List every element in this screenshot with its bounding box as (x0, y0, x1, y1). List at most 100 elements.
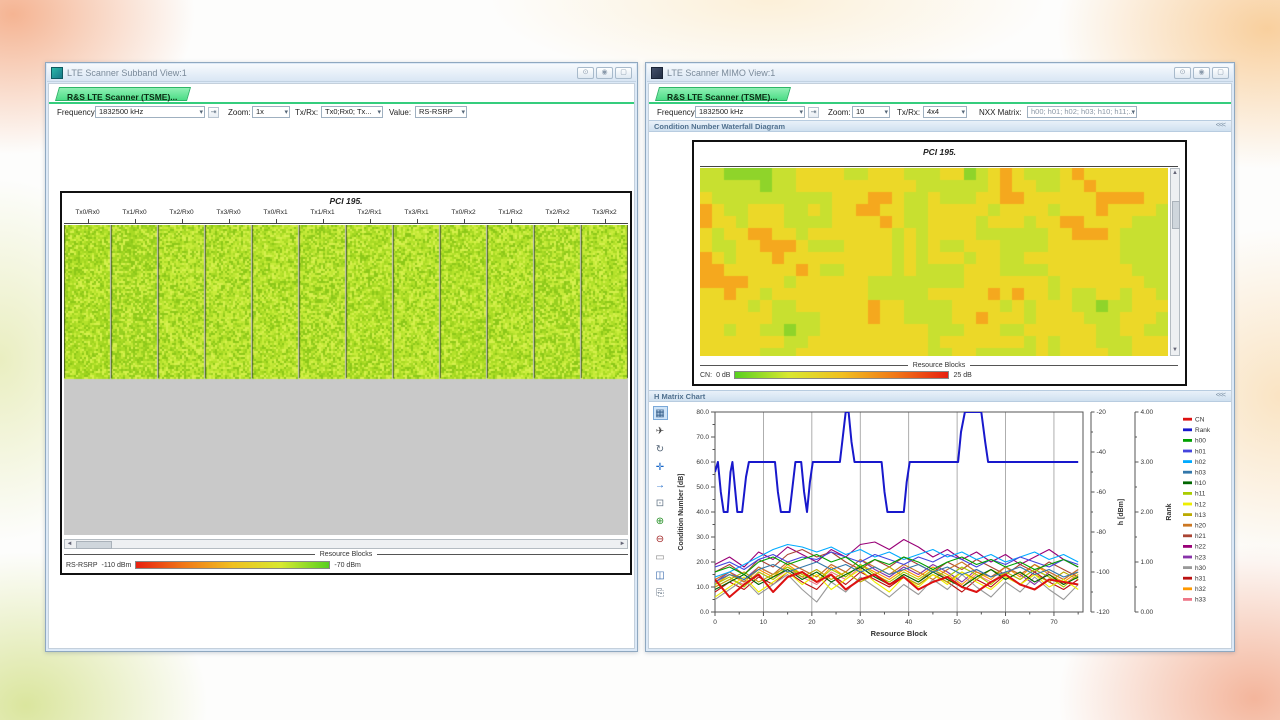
zoom-combo[interactable]: 1x▾ (252, 106, 290, 118)
chevron-down-icon[interactable]: ▾ (884, 108, 888, 118)
step-icon[interactable]: → (653, 478, 668, 492)
chevron-down-icon[interactable]: ▾ (377, 108, 381, 118)
scroll-right-icon[interactable]: ► (618, 540, 627, 548)
subband-window-titlebar[interactable]: LTE Scanner Subband View:1 ⊙◉▢ (47, 64, 636, 82)
tab-underline (49, 102, 634, 104)
column-header: Tx2/Rx1 (346, 209, 393, 216)
chart-grid-icon[interactable]: ▦ (653, 406, 668, 420)
rotate-icon[interactable]: ↻ (653, 442, 668, 456)
txrx-label: Tx/Rx: (295, 108, 318, 117)
settings-icon[interactable]: ⊡ (653, 496, 668, 510)
x-axis-label-row: Resource Blocks (64, 550, 628, 558)
window-title: LTE Scanner MIMO View:1 (667, 68, 1170, 78)
column-header: Tx0/Rx2 (440, 209, 487, 216)
apply-frequency-button[interactable]: ⇥ (808, 107, 819, 118)
window-buttons: ⊙◉▢ (1174, 67, 1229, 79)
svg-text:-20: -20 (1097, 409, 1107, 416)
x-axis-label: Resource Blocks (320, 551, 373, 558)
chevron-down-icon[interactable]: ▾ (799, 108, 803, 118)
svg-text:h30: h30 (1195, 565, 1206, 572)
series-Rank (715, 412, 1078, 512)
maximize-button[interactable]: ▢ (1212, 67, 1229, 79)
restore-button[interactable]: ◉ (596, 67, 613, 79)
svg-text:h00: h00 (1195, 438, 1206, 445)
vertical-scrollbar[interactable]: ▲ ▼ (1170, 168, 1180, 356)
pci-title: PCI 195. (694, 147, 1185, 157)
zoom-out-icon[interactable]: ⊖ (653, 532, 668, 546)
restore-button[interactable]: ◉ (1193, 67, 1210, 79)
chevron-down-icon[interactable]: ▾ (461, 108, 465, 118)
mimo-view-window: LTE Scanner MIMO View:1 ⊙◉▢ R&S LTE Scan… (645, 62, 1235, 652)
copy-icon[interactable]: ⎘ (653, 586, 668, 600)
collapse-icon[interactable]: <<< (1216, 122, 1225, 129)
rsrp-colorbar: RS-RSRP -110 dBm -70 dBm (66, 561, 361, 569)
zoom-box-icon[interactable]: ▭ (653, 550, 668, 564)
subband-heatmap[interactable] (64, 225, 628, 535)
mimo-window-titlebar[interactable]: LTE Scanner MIMO View:1 ⊙◉▢ (647, 64, 1233, 82)
chevron-down-icon[interactable]: ▾ (961, 108, 965, 118)
float-button[interactable]: ⊙ (1174, 67, 1191, 79)
float-button[interactable]: ⊙ (577, 67, 594, 79)
scroll-down-icon[interactable]: ▼ (1171, 346, 1179, 355)
pan-icon[interactable]: ✛ (653, 460, 668, 474)
svg-text:4.00: 4.00 (1141, 409, 1154, 416)
colorbar-min: 0 dB (716, 372, 730, 379)
svg-text:70: 70 (1050, 619, 1058, 626)
scroll-left-icon[interactable]: ◄ (65, 540, 74, 548)
legend-swatch-h32 (1183, 587, 1192, 590)
scrollbar-thumb[interactable] (76, 541, 112, 549)
svg-text:h33: h33 (1195, 597, 1206, 604)
legend-swatch-h20 (1183, 524, 1192, 527)
legend-swatch-h01 (1183, 450, 1192, 453)
subband-toolbar: Frequency: 1832500 kHz▾ ⇥ Zoom: 1x▾ Tx/R… (49, 105, 634, 120)
svg-text:Condition Number [dB]: Condition Number [dB] (678, 474, 685, 551)
split-view-icon[interactable]: ◫ (653, 568, 668, 582)
svg-text:30.0: 30.0 (696, 534, 709, 541)
zoom-label: Zoom: (828, 108, 851, 117)
frequency-combo[interactable]: 1832500 kHz▾ (95, 106, 205, 118)
hmatrix-section-header[interactable]: H Matrix Chart <<< (649, 390, 1231, 402)
collapse-icon[interactable]: <<< (1216, 392, 1225, 399)
value-combo[interactable]: RS-RSRP▾ (415, 106, 467, 118)
column-header: Tx3/Rx1 (393, 209, 440, 216)
chevron-down-icon[interactable]: ▾ (199, 108, 203, 118)
svg-text:h [dBm]: h [dBm] (1118, 499, 1125, 525)
svg-text:10.0: 10.0 (696, 584, 709, 591)
frequency-combo[interactable]: 1832500 kHz▾ (695, 106, 805, 118)
horizontal-scrollbar[interactable]: ◄ ► (64, 539, 628, 549)
chevron-down-icon[interactable]: ▾ (284, 108, 288, 118)
txrx-combo[interactable]: 4x4▾ (923, 106, 967, 118)
chart-tool-column: ▦ ✈ ↻ ✛ → ⊡ ⊕ ⊖ ▭ ◫ ⎘ (650, 404, 670, 600)
h-matrix-chart[interactable]: 0.010.020.030.040.050.060.070.080.001020… (671, 404, 1231, 648)
svg-text:Rank: Rank (1195, 427, 1211, 434)
colorbar-name: RS-RSRP (66, 562, 98, 569)
colorbar-name: CN: (700, 372, 712, 379)
frequency-label: Frequency: (657, 108, 697, 117)
apply-frequency-button[interactable]: ⇥ (208, 107, 219, 118)
matrix-combo[interactable]: h00; h01; h02; h03; h10; h11;...▾ (1027, 106, 1137, 118)
legend-swatch-h13 (1183, 513, 1192, 516)
zoom-combo[interactable]: 10▾ (852, 106, 890, 118)
legend-swatch-h03 (1183, 471, 1192, 474)
track-cursor-icon[interactable]: ✈ (653, 424, 668, 438)
mimo-client-area: R&S LTE Scanner (TSME)... Frequency: 183… (648, 83, 1232, 649)
tab-lte-scanner[interactable]: R&S LTE Scanner (TSME)... (55, 87, 187, 101)
scrollbar-thumb[interactable] (1172, 201, 1180, 229)
svg-text:Rank: Rank (1166, 503, 1173, 520)
chevron-down-icon[interactable]: ▾ (1131, 108, 1135, 118)
colorbar-max: -70 dBm (334, 562, 360, 569)
window-title: LTE Scanner Subband View:1 (67, 68, 573, 78)
txrx-combo[interactable]: Tx0;Rx0; Tx...▾ (321, 106, 383, 118)
waterfall-section-header[interactable]: Condition Number Waterfall Diagram <<< (649, 120, 1231, 132)
column-header: Tx1/Rx2 (487, 209, 534, 216)
svg-text:h22: h22 (1195, 544, 1206, 551)
zoom-in-icon[interactable]: ⊕ (653, 514, 668, 528)
h-matrix-svg: 0.010.020.030.040.050.060.070.080.001020… (671, 404, 1231, 648)
svg-text:-40: -40 (1097, 449, 1107, 456)
cn-heatmap[interactable] (700, 168, 1168, 356)
maximize-button[interactable]: ▢ (615, 67, 632, 79)
tab-lte-scanner[interactable]: R&S LTE Scanner (TSME)... (655, 87, 787, 101)
scroll-up-icon[interactable]: ▲ (1171, 169, 1179, 178)
legend-swatch-h00 (1183, 439, 1192, 442)
colorbar-min: -110 dBm (102, 562, 132, 569)
